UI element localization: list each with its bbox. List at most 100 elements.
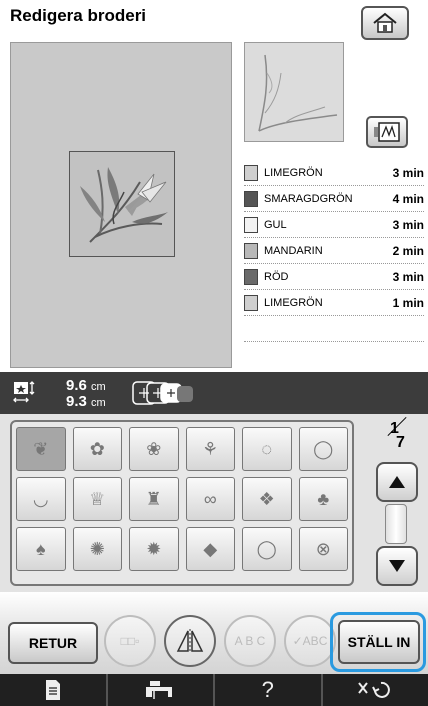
pattern-cell-floral-spray[interactable]: ✿	[72, 427, 122, 471]
pattern-cell-vase-ornament[interactable]: ♜	[129, 477, 179, 521]
pattern-cell-flower-sprig[interactable]: ❀	[129, 427, 179, 471]
height-readout: 9.3 cm	[66, 393, 106, 410]
wreath-outline-icon: ◯	[256, 538, 277, 559]
pattern-cell-floral-garland[interactable]: ◡	[16, 477, 66, 521]
pattern-cell-leaf-branch[interactable]: ❦	[16, 427, 66, 471]
width-readout: 9.6 cm	[66, 377, 106, 394]
leaf-branch-icon: ❦	[33, 438, 49, 459]
thread-name: LIMEGRÖN	[264, 296, 323, 309]
floral-garland-icon: ◡	[32, 488, 49, 509]
pattern-cell-ornament-crest[interactable]: ♕	[72, 477, 122, 521]
pattern-cell-scroll-border[interactable]: ∞	[185, 477, 235, 521]
thread-swatch-icon	[244, 268, 258, 285]
pattern-selection-area: ❦ ✿ ❀ ⚘ ◌ ◯ ◡ ♕ ♜ ∞ ❖ ♣ ♠ ✺ ✹ ◆ ◯ ⊗ 1 7	[0, 414, 428, 592]
thread-name: GUL	[264, 218, 287, 231]
mirror-button[interactable]	[164, 615, 216, 667]
multi-select-button[interactable]: □□▫	[104, 615, 156, 667]
help-icon: ?	[261, 677, 274, 702]
pattern-grid: ❦ ✿ ❀ ⚘ ◌ ◯ ◡ ♕ ♜ ∞ ❖ ♣ ♠ ✺ ✹ ◆ ◯ ⊗	[10, 420, 354, 586]
thread-row: SMARAGDGRÖN 4 min	[244, 186, 424, 212]
footer-page-button[interactable]	[0, 674, 108, 706]
pattern-frame[interactable]	[69, 151, 175, 257]
footer-settings-button[interactable]	[323, 674, 428, 706]
footer-help-button[interactable]: ?	[215, 674, 323, 706]
home-icon	[373, 12, 397, 33]
page-title: Redigera broderi	[10, 6, 147, 25]
damask-diamond-icon: ❖	[258, 488, 275, 509]
laurel-wreath-icon: ◯	[313, 438, 334, 459]
thread-time: 3 min	[392, 269, 424, 284]
pattern-cell-small-diamond[interactable]: ◆	[185, 527, 235, 571]
leaf-branch-image	[80, 167, 168, 243]
pattern-cell-wreath-outline[interactable]: ◯	[242, 527, 292, 571]
page-icon	[45, 680, 60, 700]
pattern-row: ◡ ♕ ♜ ∞ ❖ ♣	[16, 477, 348, 521]
leaf-branch-thumbnail	[258, 54, 338, 132]
thread-time: 3 min	[392, 165, 424, 180]
embroidery-preview[interactable]	[10, 42, 232, 368]
thread-time: 4 min	[392, 191, 424, 206]
hoop-size-icon	[132, 381, 193, 405]
scroll-border-icon: ∞	[203, 488, 217, 509]
scrollbar-thumb[interactable]	[385, 504, 407, 544]
scroll-down-button[interactable]	[376, 546, 418, 586]
thread-swatch-icon	[244, 216, 258, 233]
pattern-cell-lace-medallion[interactable]: ✺	[72, 527, 122, 571]
thread-swatch-icon	[244, 190, 258, 207]
thread-view-button[interactable]	[366, 116, 408, 148]
home-button[interactable]	[361, 6, 409, 40]
thread-row-empty	[244, 316, 424, 342]
mirror-icon	[176, 629, 204, 653]
check-text-button[interactable]: ✓ABC	[284, 615, 336, 667]
thread-time: 3 min	[392, 217, 424, 232]
pattern-cell-vine-wreath[interactable]: ◌	[242, 427, 292, 471]
thread-swatch-icon	[244, 242, 258, 259]
thread-list: LIMEGRÖN 3 min SMARAGDGRÖN 4 min GUL 3 m…	[244, 160, 424, 342]
pattern-cell-damask-medallion[interactable]: ✹	[129, 527, 179, 571]
thread-name: SMARAGDGRÖN	[264, 192, 353, 205]
pattern-cell-laurel-wreath[interactable]: ◯	[298, 427, 348, 471]
flower-sprig-icon: ❀	[146, 438, 162, 459]
scroll-up-button[interactable]	[376, 462, 418, 502]
page-total: 7	[396, 434, 405, 451]
thread-time: 2 min	[392, 243, 424, 258]
small-diamond-icon: ◆	[203, 538, 218, 559]
pattern-thumbnail	[244, 42, 344, 142]
pattern-cell-filigree-drop[interactable]: ♠	[16, 527, 66, 571]
height-unit: cm	[91, 397, 106, 409]
pattern-cell-rosette[interactable]: ⊗	[298, 527, 348, 571]
damask-medallion-icon: ✹	[146, 538, 162, 559]
pattern-cell-damask-drop[interactable]: ♣	[298, 477, 348, 521]
damask-drop-icon: ♣	[317, 488, 330, 509]
thread-name: RÖD	[264, 270, 289, 283]
page-indicator: 1 7	[380, 416, 418, 460]
thread-name: LIMEGRÖN	[264, 166, 323, 179]
footer-bar: ?	[0, 674, 428, 706]
thread-row: RÖD 3 min	[244, 264, 424, 290]
thread-swatch-icon	[244, 164, 258, 181]
footer-machine-button[interactable]	[108, 674, 215, 706]
thread-swatch-icon	[244, 294, 258, 311]
thread-time: 1 min	[392, 295, 424, 310]
vase-ornament-icon: ♜	[145, 488, 162, 509]
triangle-up-icon	[389, 476, 405, 488]
pattern-cell-grass-sprig[interactable]: ⚘	[185, 427, 235, 471]
floral-spray-icon: ✿	[89, 438, 105, 459]
multi-select-label: □□▫	[120, 634, 140, 648]
screen: Redigera broderi LIMEGRÖN 3 min SMARAGDG…	[0, 0, 428, 706]
pattern-cell-damask-diamond[interactable]: ❖	[242, 477, 292, 521]
arc-text-button[interactable]: A B C	[224, 615, 276, 667]
thread-row: MANDARIN 2 min	[244, 238, 424, 264]
vine-wreath-icon: ◌	[261, 438, 273, 459]
height-value: 9.3	[66, 393, 87, 410]
retur-button[interactable]: RETUR	[8, 622, 98, 664]
thread-name: MANDARIN	[264, 244, 323, 257]
set-button[interactable]: STÄLL IN	[338, 620, 420, 664]
size-bar: 9.6 cm 9.3 cm	[0, 372, 428, 414]
ornament-crest-icon: ♕	[89, 488, 106, 509]
thread-view-icon	[374, 122, 400, 142]
thread-row: GUL 3 min	[244, 212, 424, 238]
width-value: 9.6	[66, 377, 87, 394]
width-unit: cm	[91, 381, 106, 393]
machine-icon	[146, 681, 173, 699]
